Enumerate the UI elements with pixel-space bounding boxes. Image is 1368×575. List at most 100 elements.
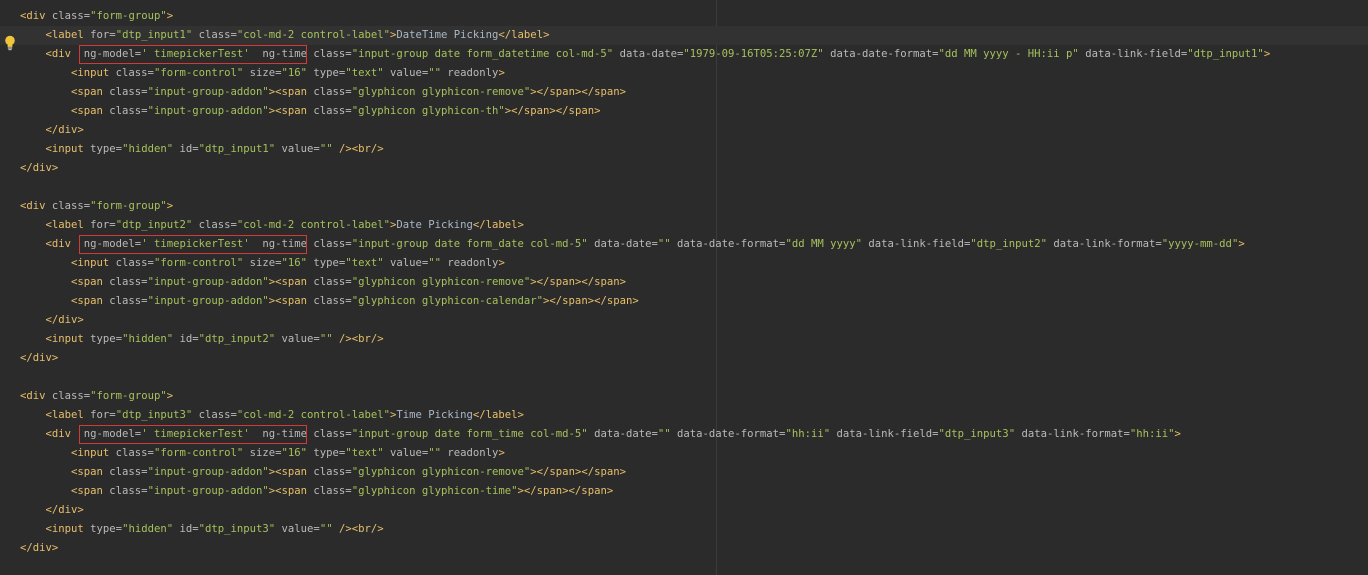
code-token: <div — [20, 390, 52, 402]
code-line[interactable]: <input type="hidden" id="dtp_input1" val… — [0, 140, 1368, 159]
code-editor[interactable]: <div class="form-group"> <label for="dtp… — [0, 0, 1368, 575]
code-token: > — [498, 447, 505, 459]
code-token: "dd MM yyyy - HH:ii p" — [938, 48, 1079, 60]
code-line[interactable]: <span class="input-group-addon"><span cl… — [0, 273, 1368, 292]
code-token: type= — [90, 523, 123, 535]
code-token: type= — [90, 143, 123, 155]
code-token: "input-group-addon" — [147, 105, 269, 117]
code-line[interactable]: </div> — [0, 159, 1368, 178]
code-token: "text" — [345, 447, 384, 459]
code-token: readonly — [441, 447, 499, 459]
code-line[interactable]: <input type="hidden" id="dtp_input2" val… — [0, 330, 1368, 349]
code-token: <div — [20, 238, 78, 250]
code-line[interactable]: <div class="form-group"> — [0, 7, 1368, 26]
code-token: for= — [90, 29, 116, 41]
code-token: data-link-format= — [1015, 428, 1130, 440]
code-token: data-date= — [587, 428, 658, 440]
code-token: "dtp_input1" — [1187, 48, 1264, 60]
code-token: class= — [115, 257, 154, 269]
code-line[interactable]: <span class="input-group-addon"><span cl… — [0, 102, 1368, 121]
code-token: data-date= — [587, 238, 658, 250]
code-token: class= — [109, 295, 148, 307]
code-token: type= — [307, 447, 346, 459]
code-token: readonly — [441, 67, 499, 79]
code-token: value= — [275, 333, 320, 345]
code-line-text: <input class="form-control" size="16" ty… — [20, 64, 505, 83]
code-line-text: <input class="form-control" size="16" ty… — [20, 444, 505, 463]
code-token: ></span></span> — [530, 466, 626, 478]
code-token: "input-group-addon" — [147, 466, 269, 478]
code-token: "input-group-addon" — [147, 485, 269, 497]
code-line[interactable]: <label for="dtp_input2" class="col-md-2 … — [0, 216, 1368, 235]
code-token: "dtp_input1" — [198, 143, 276, 155]
lightbulb-icon[interactable] — [4, 35, 16, 51]
code-token: <span — [20, 276, 110, 288]
code-token: </div> — [20, 542, 59, 554]
code-token: type= — [307, 67, 346, 79]
code-token: </div> — [20, 352, 59, 364]
code-token: data-link-field= — [861, 238, 971, 250]
code-token: size= — [243, 447, 282, 459]
code-token: <input — [20, 67, 116, 79]
code-token: "glyphicon glyphicon-th" — [351, 105, 505, 117]
code-token: "text" — [345, 257, 384, 269]
code-token: class= — [192, 29, 237, 41]
code-token: <input — [20, 257, 116, 269]
code-token: "form-group" — [90, 390, 167, 402]
code-line[interactable]: <input type="hidden" id="dtp_input3" val… — [0, 520, 1368, 539]
code-line[interactable]: <label for="dtp_input3" class="col-md-2 … — [0, 406, 1368, 425]
code-line[interactable] — [0, 178, 1368, 197]
code-line[interactable]: </div> — [0, 311, 1368, 330]
code-token: "" — [657, 238, 671, 250]
code-token: <label — [20, 219, 91, 231]
code-line[interactable]: </div> — [0, 121, 1368, 140]
code-line-text: </div> — [20, 539, 58, 558]
code-token: <span — [20, 295, 110, 307]
code-line[interactable]: </div> — [0, 349, 1368, 368]
code-line[interactable]: <span class="input-group-addon"><span cl… — [0, 83, 1368, 102]
code-token: "glyphicon glyphicon-calendar" — [351, 295, 544, 307]
code-token: readonly — [441, 257, 499, 269]
code-token: id= — [173, 523, 199, 535]
code-line[interactable]: <label for="dtp_input1" class="col-md-2 … — [0, 26, 1368, 45]
code-token: "hh:ii" — [785, 428, 831, 440]
code-line-text: <span class="input-group-addon"><span cl… — [20, 83, 626, 102]
code-token: class= — [51, 10, 91, 22]
code-line[interactable]: <div class="form-group"> — [0, 387, 1368, 406]
code-line-text: <label for="dtp_input1" class="col-md-2 … — [20, 26, 550, 45]
code-token: <div — [20, 10, 52, 22]
code-token: ></span></span> — [530, 276, 626, 288]
code-line[interactable]: <input class="form-control" size="16" ty… — [0, 254, 1368, 273]
code-line[interactable] — [0, 368, 1368, 387]
code-line[interactable]: <input class="form-control" size="16" ty… — [0, 64, 1368, 83]
code-token: class= — [109, 105, 148, 117]
code-line[interactable]: <span class="input-group-addon"><span cl… — [0, 482, 1368, 501]
code-token: for= — [90, 219, 116, 231]
code-token: </div> — [20, 162, 59, 174]
code-token: <span — [20, 105, 110, 117]
code-token: <span — [20, 86, 110, 98]
code-token: "16" — [281, 447, 308, 459]
code-line-text: <input type="hidden" id="dtp_input2" val… — [20, 330, 384, 349]
code-token: ><span — [268, 105, 314, 117]
code-token: </div> — [20, 504, 84, 516]
code-token: "text" — [345, 67, 384, 79]
code-token: id= — [173, 143, 199, 155]
code-line[interactable]: </div> — [0, 539, 1368, 558]
code-token: class= — [109, 86, 148, 98]
code-token: for= — [90, 409, 116, 421]
code-token: </label> — [472, 409, 524, 421]
code-token: > — [166, 10, 174, 22]
code-token: class= — [115, 447, 154, 459]
code-line[interactable]: <input class="form-control" size="16" ty… — [0, 444, 1368, 463]
code-line[interactable]: </div> — [0, 501, 1368, 520]
code-line[interactable]: <span class="input-group-addon"><span cl… — [0, 463, 1368, 482]
code-line-text: </div> — [20, 121, 84, 140]
code-line-text: <span class="input-group-addon"><span cl… — [20, 102, 600, 121]
code-token: </div> — [20, 314, 84, 326]
code-token: ><span — [268, 86, 314, 98]
code-token: "" — [319, 333, 333, 345]
code-line[interactable]: <div class="form-group"> — [0, 197, 1368, 216]
code-line[interactable]: <span class="input-group-addon"><span cl… — [0, 292, 1368, 311]
code-token: "input-group date form_datetime col-md-5… — [351, 48, 614, 60]
